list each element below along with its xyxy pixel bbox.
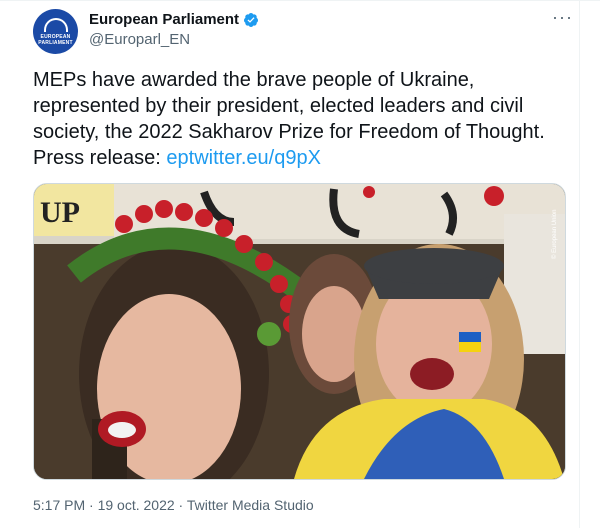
tweet-timestamp[interactable]: 5:17 PM · 19 oct. 2022 · Twitter Media S… [33,497,314,513]
verified-badge-icon [244,12,259,27]
author-display-name[interactable]: European Parliament [89,11,259,28]
display-name-text: European Parliament [89,11,240,28]
avatar[interactable]: EUROPEAN PARLIAMENT [33,9,78,54]
tweet-text: MEPs have awarded the brave people of Uk… [33,67,563,171]
more-options-button[interactable]: ··· [552,8,573,26]
author-handle[interactable]: @Europarl_EN [89,31,259,48]
protest-photo: UP © European Union [34,184,565,479]
parliament-logo-icon [43,17,68,32]
sign-text: UP [40,196,80,229]
top-divider [0,0,600,1]
timeline-border [579,0,580,528]
photo-credit: © European Union [551,210,558,259]
press-release-link[interactable]: eptwitter.eu/q9pX [166,147,321,169]
avatar-label: EUROPEAN PARLIAMENT [38,33,73,46]
author-names: European Parliament @Europarl_EN [89,11,259,48]
tweet-header: EUROPEAN PARLIAMENT European Parliament … [33,8,573,55]
tweet-photo[interactable]: UP © European Union [33,183,566,480]
